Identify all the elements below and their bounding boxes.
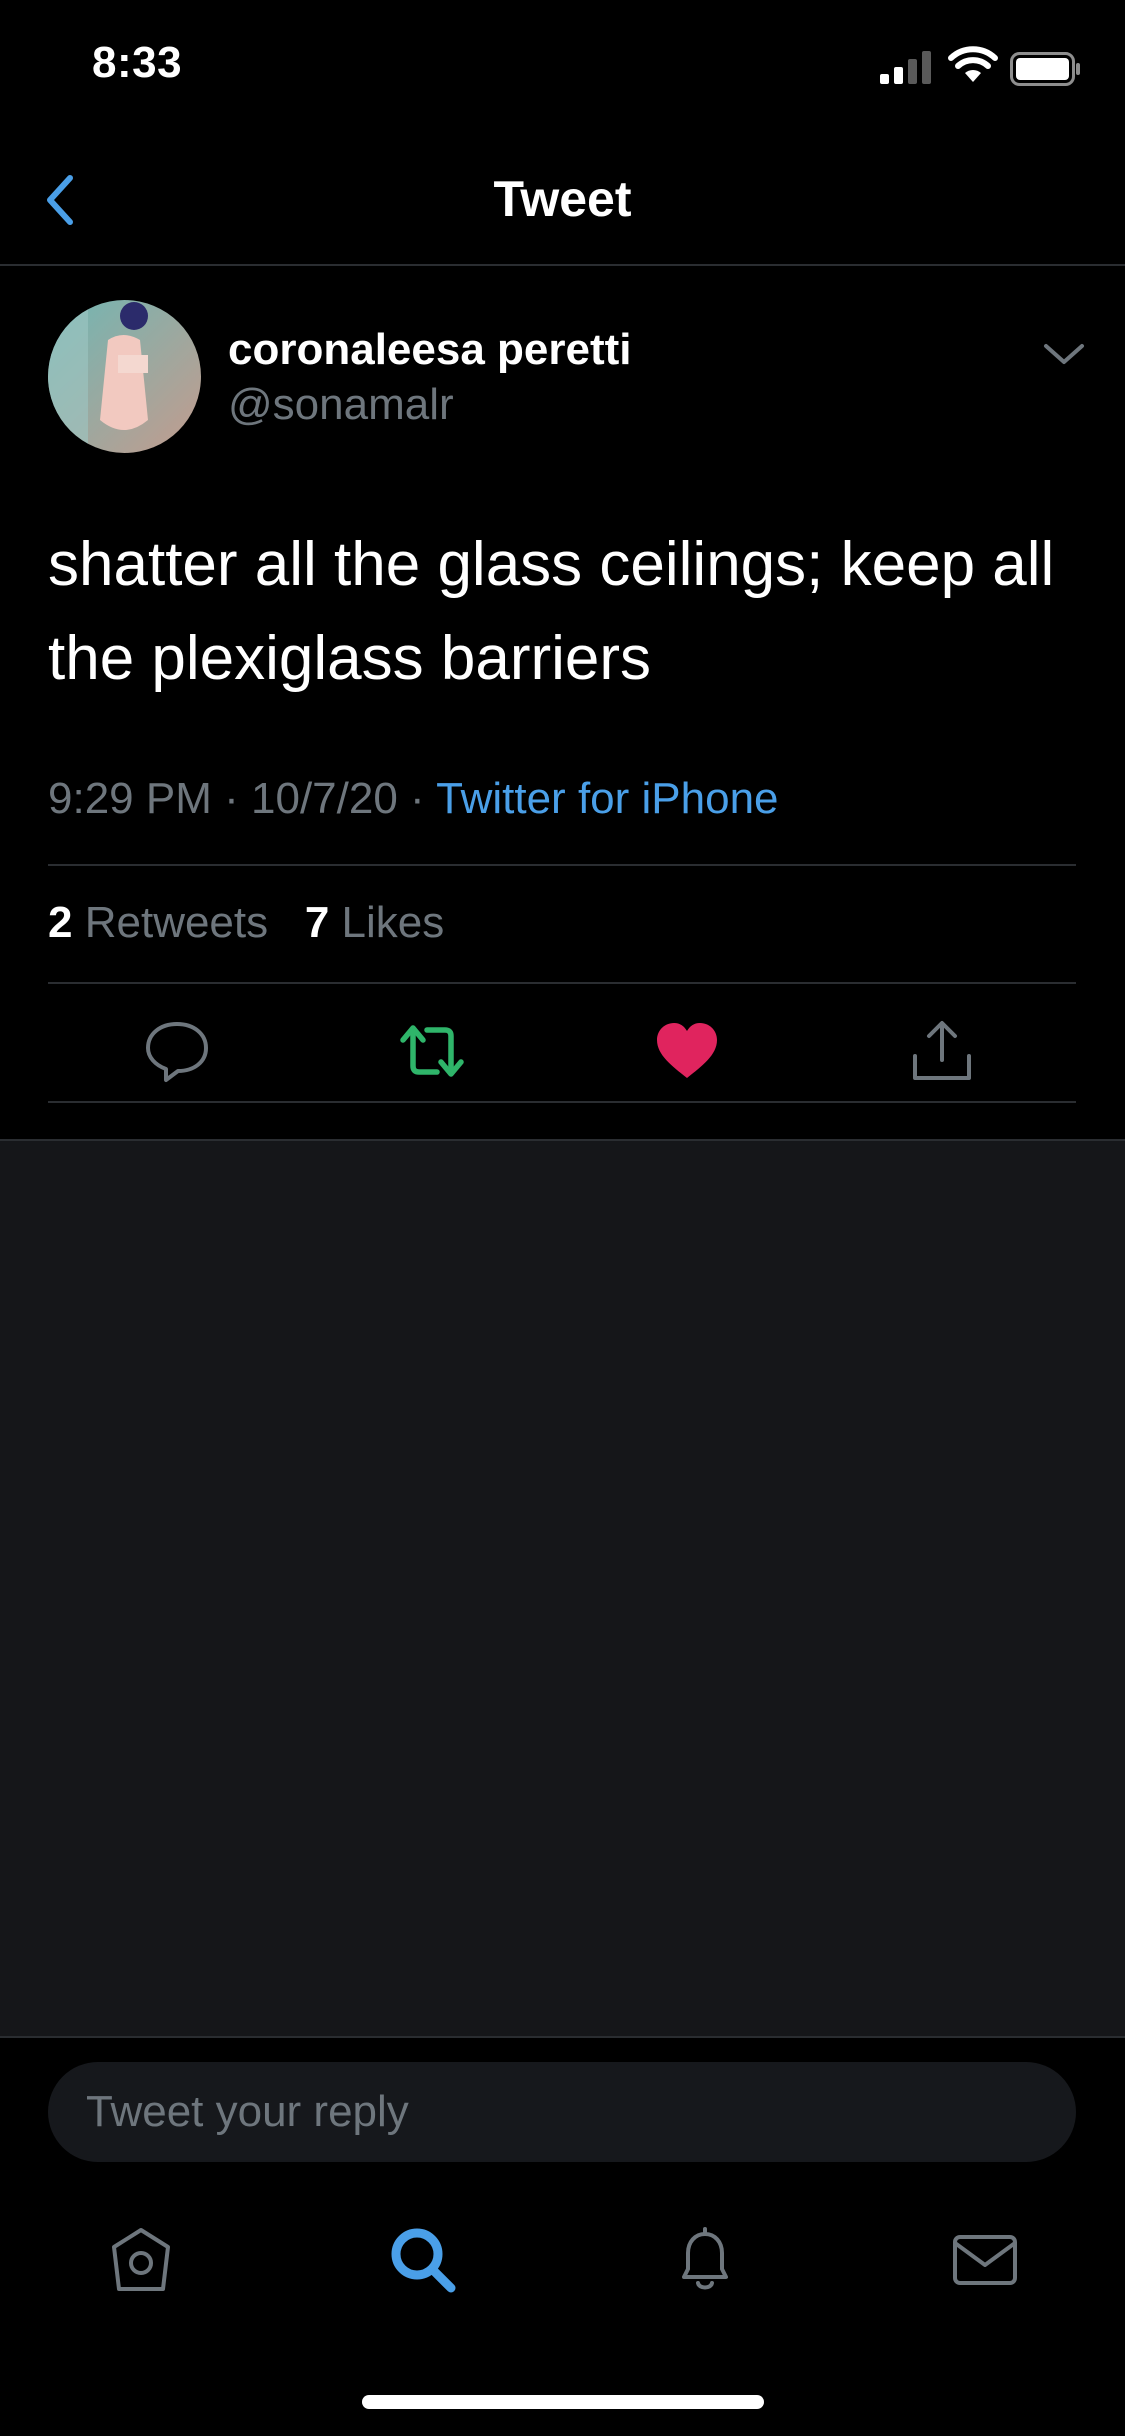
empty-replies-area [0, 1141, 1125, 2036]
likes-label: Likes [341, 898, 445, 947]
chevron-left-icon [47, 175, 73, 225]
cellular-signal-icon [880, 51, 931, 84]
retweet-icon[interactable] [397, 1016, 467, 1086]
tweet-date: 10/7/20 [251, 774, 398, 823]
retweets-stat[interactable]: 2 Retweets [48, 898, 268, 947]
tweet-stats: 2 Retweets 7 Likes [48, 898, 444, 948]
author-display-name[interactable]: coronaleesa peretti [228, 325, 632, 375]
messages-icon[interactable] [950, 2225, 1020, 2295]
reply-icon[interactable] [142, 1016, 212, 1086]
wifi-icon [948, 46, 998, 82]
notifications-icon[interactable] [670, 2225, 740, 2295]
back-button[interactable] [38, 170, 82, 230]
meta-separator: · [410, 774, 437, 823]
retweets-label: Retweets [84, 898, 269, 947]
home-indicator [362, 2395, 764, 2409]
like-icon[interactable] [652, 1016, 722, 1086]
stats-divider [48, 982, 1076, 984]
chevron-down-icon[interactable] [1040, 338, 1088, 370]
meta-separator: · [224, 774, 251, 823]
author-handle[interactable]: @sonamalr [228, 380, 454, 430]
battery-icon [1010, 52, 1080, 86]
header-divider [0, 264, 1125, 266]
reply-input[interactable] [48, 2062, 1076, 2162]
likes-count: 7 [304, 898, 330, 947]
tweet-text: shatter all the glass ceilings; keep all… [48, 530, 1055, 693]
likes-stat[interactable]: 7 Likes [305, 898, 444, 947]
avatar[interactable] [48, 300, 201, 453]
reply-divider [0, 2036, 1125, 2038]
tweet-time: 9:29 PM [48, 774, 212, 823]
share-icon[interactable] [907, 1016, 977, 1086]
tweet-source-link[interactable]: Twitter for iPhone [436, 774, 778, 823]
search-icon[interactable] [388, 2225, 458, 2295]
meta-divider [48, 864, 1076, 866]
actions-divider [48, 1101, 1076, 1103]
tweet-meta: 9:29 PM · 10/7/20 · Twitter for iPhone [48, 774, 779, 824]
retweets-count: 2 [48, 898, 73, 947]
home-icon[interactable] [106, 2225, 176, 2295]
status-time: 8:33 [92, 38, 183, 87]
page-title: Tweet [493, 171, 632, 227]
